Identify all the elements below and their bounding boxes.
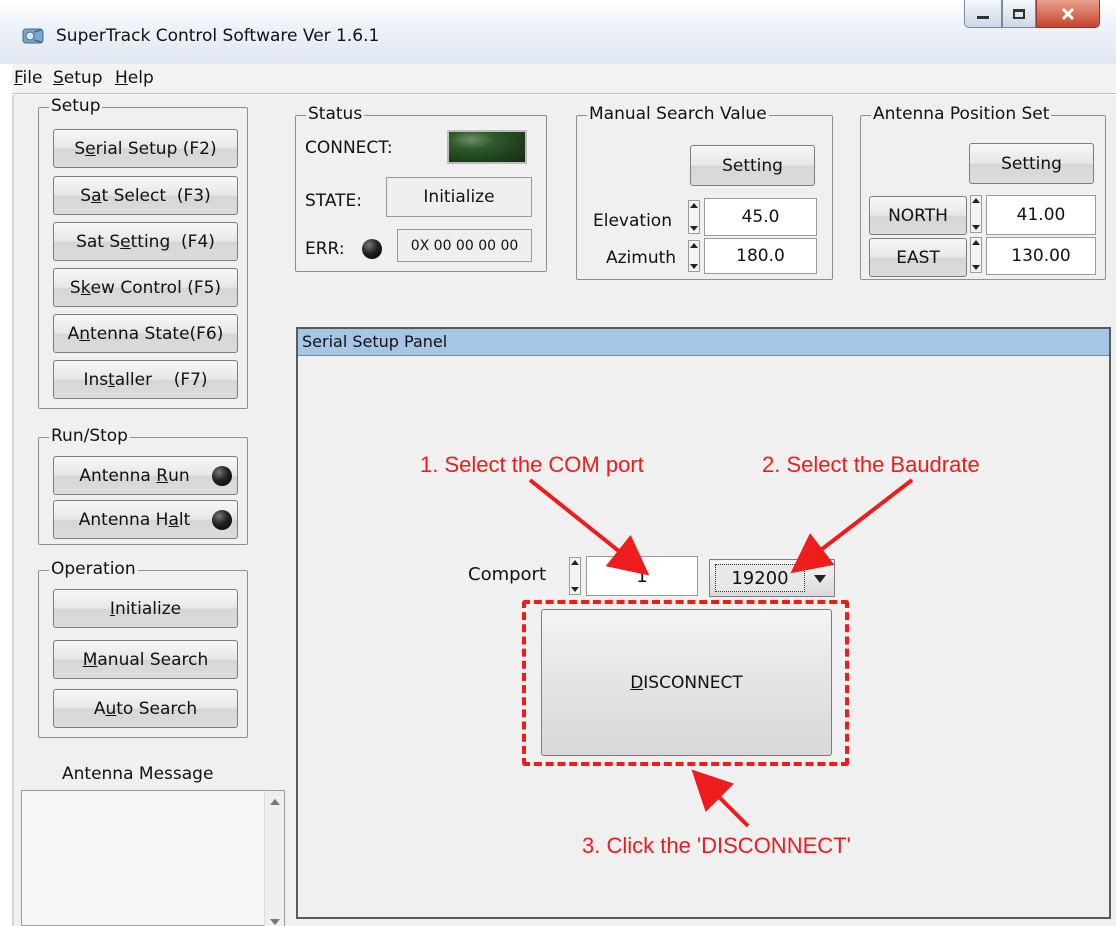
arrow-step3 xyxy=(691,769,750,828)
arrow-step2 xyxy=(790,478,914,574)
arrow-step1 xyxy=(528,478,650,576)
annotation-arrows xyxy=(528,478,914,828)
